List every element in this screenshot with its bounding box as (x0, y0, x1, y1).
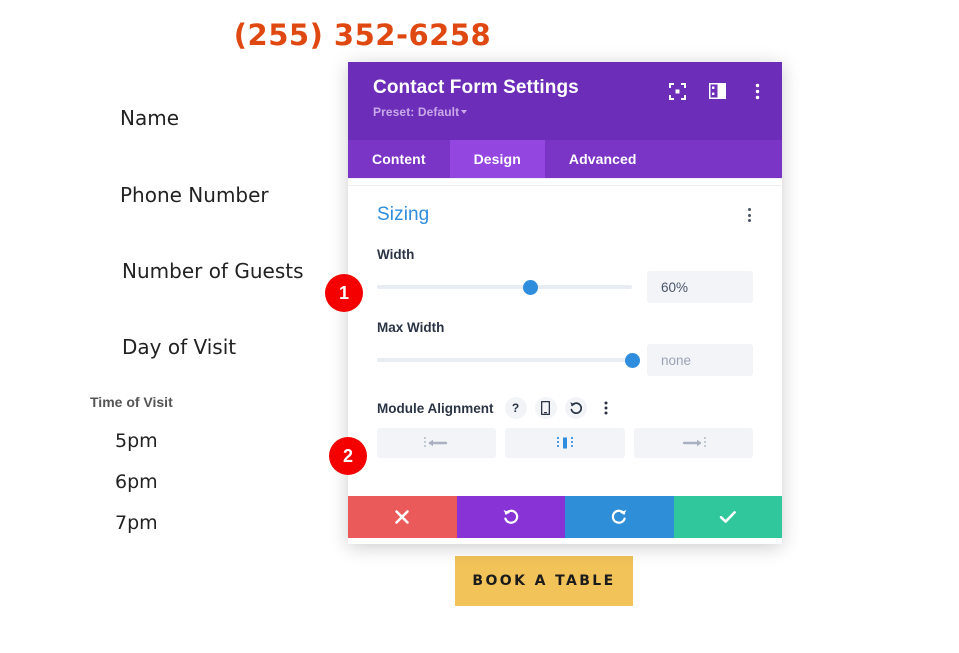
layout-panel-icon[interactable] (708, 82, 726, 100)
module-alignment-header: Module Alignment ? (377, 397, 753, 419)
tab-design[interactable]: Design (449, 140, 545, 178)
undo-button[interactable] (456, 496, 565, 538)
more-options-icon[interactable] (595, 397, 617, 419)
modal-header: Contact Form Settings Preset: Default (348, 62, 782, 140)
modal-header-icons (668, 82, 766, 100)
max-width-slider-fill (377, 358, 632, 362)
align-right-button[interactable] (633, 428, 753, 458)
chevron-down-icon (461, 109, 468, 114)
contact-form-settings-modal: Contact Form Settings Preset: Default Co… (348, 62, 782, 544)
form-label-day-of-visit: Day of Visit (122, 335, 237, 359)
focus-target-icon[interactable] (668, 82, 686, 100)
save-button[interactable] (673, 496, 782, 538)
time-option-7pm[interactable]: 7pm (115, 512, 158, 534)
redo-button[interactable] (565, 496, 674, 538)
width-slider-thumb[interactable] (523, 280, 538, 295)
phone-number: (255) 352-6258 (233, 18, 492, 52)
tab-advanced[interactable]: Advanced (545, 140, 661, 178)
align-center-button[interactable] (505, 428, 625, 458)
form-label-number-of-guests: Number of Guests (122, 259, 304, 283)
reset-icon[interactable] (564, 397, 587, 419)
time-option-6pm[interactable]: 6pm (115, 471, 158, 493)
more-options-icon[interactable] (748, 82, 766, 100)
max-width-slider-thumb[interactable] (625, 353, 640, 368)
align-left-button[interactable] (377, 428, 497, 458)
sizing-section-header: Sizing (377, 179, 753, 230)
cancel-button[interactable] (348, 496, 457, 538)
width-value-input[interactable]: 60% (647, 271, 753, 303)
preset-label: Preset: Default (373, 104, 460, 119)
modal-body: Sizing Width 60% Max Width none Module A… (348, 178, 782, 496)
sizing-section-title[interactable]: Sizing (377, 204, 429, 226)
max-width-field-label: Max Width (377, 320, 445, 335)
preset-selector[interactable]: Preset: Default (373, 105, 764, 119)
responsive-mobile-icon[interactable] (534, 397, 557, 419)
max-width-slider[interactable] (377, 348, 640, 372)
form-label-name: Name (120, 106, 180, 130)
tab-content[interactable]: Content (348, 140, 450, 178)
module-alignment-label: Module Alignment (377, 400, 494, 416)
time-of-visit-heading: Time of Visit (90, 394, 173, 410)
module-alignment-options (377, 428, 753, 458)
modal-footer (348, 496, 782, 538)
callout-badge-1: 1 (325, 274, 363, 312)
section-more-options-icon[interactable] (746, 204, 753, 226)
help-icon[interactable]: ? (504, 397, 527, 419)
time-option-5pm[interactable]: 5pm (115, 430, 158, 452)
modal-tabs: Content Design Advanced (348, 140, 782, 178)
width-field-label: Width (377, 247, 415, 262)
page-root: (255) 352-6258 Name Phone Number Number … (0, 0, 959, 653)
form-label-phone-number: Phone Number (120, 183, 269, 207)
callout-badge-2: 2 (329, 437, 367, 475)
body-divider (348, 185, 782, 186)
width-slider[interactable] (377, 275, 632, 299)
book-a-table-button[interactable]: BOOK A TABLE (455, 556, 633, 606)
max-width-field: none (377, 344, 753, 376)
width-field: 60% (377, 271, 753, 303)
width-slider-fill (377, 285, 530, 289)
max-width-value-input[interactable]: none (647, 344, 753, 376)
